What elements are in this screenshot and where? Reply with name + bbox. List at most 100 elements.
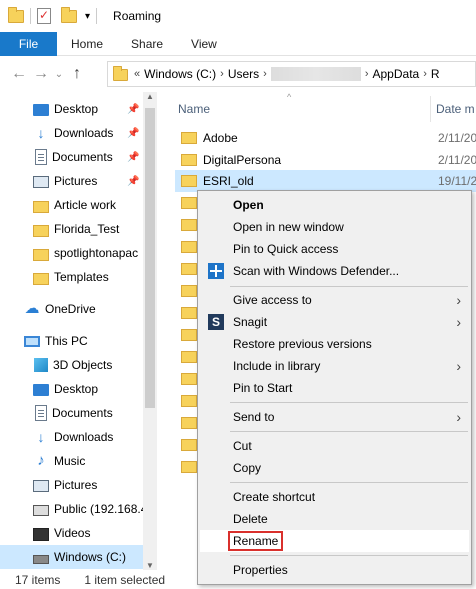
- column-divider[interactable]: [430, 96, 431, 122]
- nav-item-documents[interactable]: Documents 📌: [0, 145, 143, 169]
- menu-separator: [230, 555, 468, 556]
- nav-item-pictures[interactable]: Pictures 📌: [0, 169, 143, 193]
- nav-item-desktop[interactable]: Desktop 📌: [0, 97, 143, 121]
- menu-item-include-in-library[interactable]: Include in library ›: [200, 355, 469, 377]
- breadcrumb-appdata[interactable]: AppData: [373, 67, 420, 81]
- properties-icon[interactable]: [37, 8, 51, 24]
- this-pc-icon: [24, 336, 40, 347]
- file-row-adobe[interactable]: Adobe 2/11/20: [175, 127, 476, 149]
- folder-icon: [181, 329, 197, 341]
- menu-item-scan-with-windows-defender[interactable]: Scan with Windows Defender...: [200, 260, 469, 282]
- nav-scrollbar[interactable]: ▲ ▼: [143, 92, 157, 570]
- menu-item-cut[interactable]: Cut: [200, 435, 469, 457]
- nav-item-windows-c[interactable]: Windows (C:): [0, 545, 143, 569]
- videos-icon: [33, 527, 49, 541]
- recent-locations-chevron-icon[interactable]: ⌄: [52, 69, 66, 80]
- column-header-name[interactable]: Name: [178, 92, 210, 126]
- desktop-icon: [33, 104, 49, 116]
- folder-icon: [181, 263, 197, 275]
- menu-item-label: Open: [233, 198, 264, 212]
- breadcrumb-users[interactable]: Users: [228, 67, 259, 81]
- scroll-up-arrow-icon[interactable]: ▲: [143, 92, 157, 101]
- nav-item-label: spotlightonapac: [54, 246, 139, 260]
- navigation-bar: ← → ⌄ ↑ « Windows (C:) › Users › › AppDa…: [0, 57, 476, 91]
- folder-icon: [181, 175, 197, 187]
- nav-item-label: Documents: [52, 406, 113, 420]
- folder-icon: [181, 417, 197, 429]
- menu-item-give-access-to[interactable]: Give access to ›: [200, 289, 469, 311]
- nav-item-this-pc[interactable]: This PC: [0, 329, 143, 353]
- up-arrow-icon[interactable]: ↑: [66, 65, 88, 83]
- menu-item-label: Open in new window: [233, 220, 344, 234]
- nav-item-onedrive[interactable]: ☁ OneDrive: [0, 297, 143, 321]
- menu-item-send-to[interactable]: Send to ›: [200, 406, 469, 428]
- nav-item-label: Public (192.168.4: [54, 502, 143, 516]
- nav-item-article-work[interactable]: Article work: [0, 193, 143, 217]
- menu-item-create-shortcut[interactable]: Create shortcut: [200, 486, 469, 508]
- breadcrumb-separator-icon[interactable]: ›: [423, 68, 427, 80]
- divider: [96, 8, 98, 24]
- nav-item-label: Windows (C:): [54, 550, 127, 564]
- nav-item-documents-pc[interactable]: Documents: [0, 401, 143, 425]
- nav-item-public-network[interactable]: Public (192.168.4: [0, 497, 143, 521]
- breadcrumb-roaming[interactable]: R: [431, 67, 440, 81]
- file-date: 2/11/20: [438, 153, 476, 167]
- address-bar[interactable]: « Windows (C:) › Users › › AppData › R: [107, 61, 476, 87]
- menu-item-properties[interactable]: Properties: [200, 559, 469, 581]
- nav-item-pictures-pc[interactable]: Pictures: [0, 473, 143, 497]
- nav-item-label: Desktop: [54, 102, 99, 116]
- forward-arrow-icon[interactable]: →: [30, 65, 52, 83]
- scroll-down-arrow-icon[interactable]: ▼: [143, 561, 157, 570]
- file-row-digitalpersona[interactable]: DigitalPersona 2/11/20: [175, 149, 476, 171]
- folder-icon: [113, 66, 128, 81]
- menu-item-pin-to-quick-access[interactable]: Pin to Quick access: [200, 238, 469, 260]
- menu-item-copy[interactable]: Copy: [200, 457, 469, 479]
- menu-item-snagit[interactable]: S Snagit ›: [200, 311, 469, 333]
- breadcrumb-separator-icon[interactable]: ›: [263, 68, 267, 80]
- nav-item-desktop-pc[interactable]: Desktop: [0, 377, 143, 401]
- column-header-date-modified[interactable]: Date m: [436, 92, 475, 126]
- breadcrumb-separator-icon[interactable]: ›: [365, 68, 369, 80]
- nav-item-label: Documents: [52, 150, 113, 164]
- scrollbar-thumb[interactable]: [145, 108, 155, 408]
- nav-item-music[interactable]: ♪ Music: [0, 449, 143, 473]
- new-folder-icon[interactable]: [61, 6, 77, 23]
- breadcrumb-redacted[interactable]: [270, 67, 361, 81]
- menu-item-open-in-new-window[interactable]: Open in new window: [200, 216, 469, 238]
- menu-item-restore-previous-versions[interactable]: Restore previous versions: [200, 333, 469, 355]
- breadcrumb-separator-icon[interactable]: ›: [220, 68, 224, 80]
- tab-file[interactable]: File: [0, 32, 57, 56]
- nav-item-downloads-pc[interactable]: ↓ Downloads: [0, 425, 143, 449]
- file-row-esri-old[interactable]: ESRI_old 19/11/2: [175, 170, 476, 192]
- item-count: 17 items: [15, 572, 61, 587]
- back-arrow-icon[interactable]: ←: [8, 65, 30, 83]
- nav-item-templates[interactable]: Templates: [0, 265, 143, 289]
- breadcrumb-drive[interactable]: Windows (C:): [144, 67, 216, 81]
- menu-item-label: Create shortcut: [233, 490, 316, 504]
- nav-item-videos[interactable]: Videos: [0, 521, 143, 545]
- nav-item-3d-objects[interactable]: 3D Objects: [0, 353, 143, 377]
- tab-view[interactable]: View: [177, 32, 231, 56]
- tab-share[interactable]: Share: [117, 32, 177, 56]
- nav-item-florida-test[interactable]: Florida_Test: [0, 217, 143, 241]
- customize-quick-access-dropdown[interactable]: ▾: [85, 11, 90, 22]
- window-title: Roaming: [113, 9, 162, 23]
- menu-item-open[interactable]: Open: [200, 194, 469, 216]
- menu-item-label: Copy: [233, 461, 262, 475]
- pin-icon: 📌: [127, 103, 140, 115]
- tab-home[interactable]: Home: [57, 32, 117, 56]
- overflow-chevron[interactable]: «: [134, 68, 140, 80]
- menu-item-delete[interactable]: Delete: [200, 508, 469, 530]
- music-icon: ♪: [37, 452, 45, 469]
- nav-item-label: Templates: [54, 270, 109, 284]
- documents-icon: [35, 405, 47, 421]
- menu-separator: [230, 431, 468, 432]
- folder-icon: [181, 132, 197, 144]
- nav-item-label: Article work: [54, 198, 117, 212]
- menu-item-pin-to-start[interactable]: Pin to Start: [200, 377, 469, 399]
- menu-item-rename[interactable]: Rename: [200, 530, 469, 552]
- folder-icon: [181, 219, 197, 231]
- nav-item-downloads[interactable]: ↓ Downloads 📌: [0, 121, 143, 145]
- nav-item-spotlightonapac[interactable]: spotlightonapac: [0, 241, 143, 265]
- navigation-pane: Desktop 📌 ↓ Downloads 📌 Documents 📌 Pict…: [0, 92, 157, 570]
